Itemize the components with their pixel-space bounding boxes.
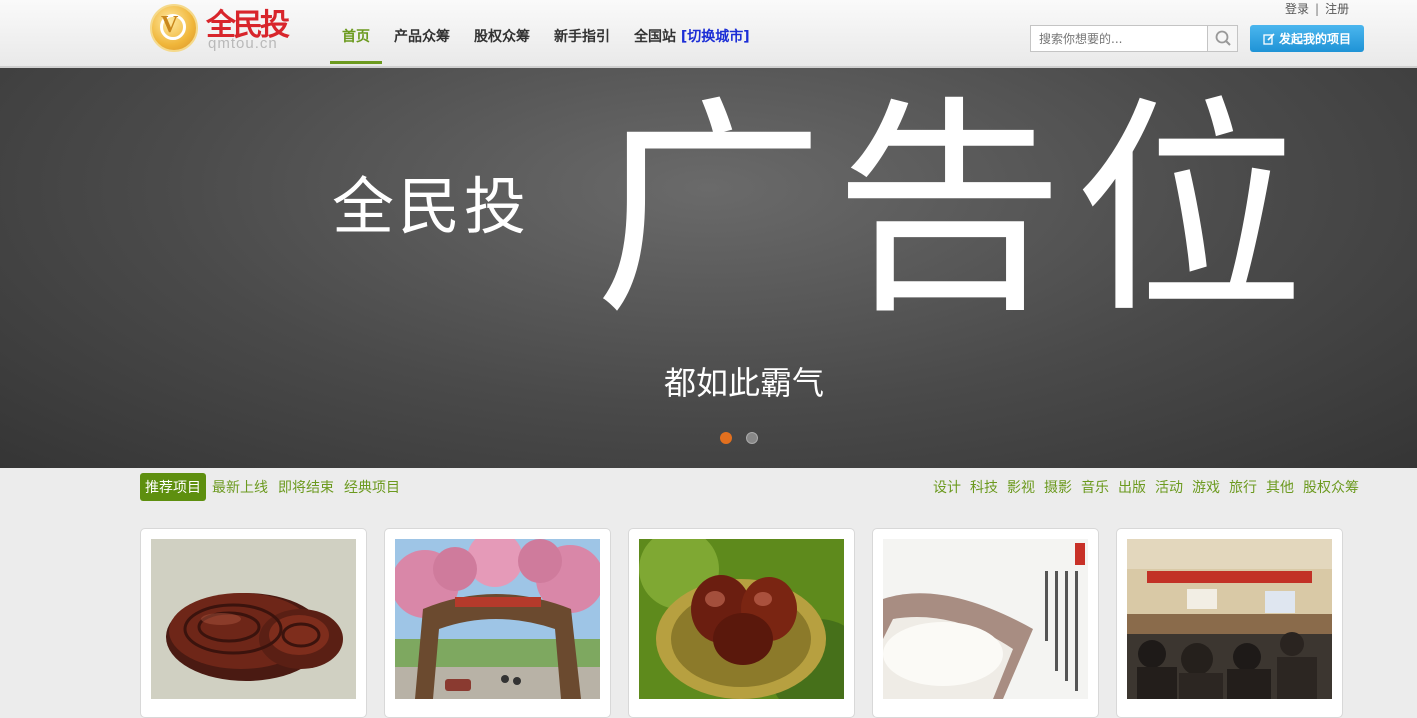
project-thumbnail[interactable]	[151, 539, 356, 699]
launch-project-button[interactable]: 发起我的项目	[1250, 25, 1364, 52]
station-label: 全国站	[634, 29, 676, 45]
project-card[interactable]	[872, 528, 1099, 718]
project-card[interactable]	[140, 528, 367, 718]
tab-recommended[interactable]: 推荐项目	[140, 473, 206, 501]
auth-links: 登录 | 注册	[1285, 0, 1349, 17]
nav-beginner-guide[interactable]: 新手指引	[542, 0, 622, 64]
switch-city-link[interactable]: [切换城市]	[681, 29, 750, 45]
banner-headline: 广告位	[594, 78, 1315, 345]
category-music[interactable]: 音乐	[1081, 477, 1109, 497]
main-nav: 首页 产品众筹 股权众筹 新手指引 全国站 [切换城市]	[330, 0, 762, 66]
project-thumbnail[interactable]	[395, 539, 600, 699]
project-thumbnail[interactable]	[639, 539, 844, 699]
site-logo[interactable]: V 全民投 qmtou.cn	[148, 2, 308, 58]
search-input[interactable]	[1031, 26, 1207, 51]
tab-newest[interactable]: 最新上线	[212, 477, 268, 497]
category-equity[interactable]: 股权众筹	[1303, 477, 1359, 497]
search-icon	[1215, 30, 1231, 46]
category-links: 设计 科技 影视 摄影 音乐 出版 活动 游戏 旅行 其他 股权众筹	[924, 472, 1359, 502]
category-photography[interactable]: 摄影	[1044, 477, 1072, 497]
logo-text-en: qmtou.cn	[208, 35, 278, 52]
category-other[interactable]: 其他	[1266, 477, 1294, 497]
nav-station: 全国站 [切换城市]	[622, 0, 762, 64]
lingzhi-mushroom-image	[151, 539, 356, 699]
category-tech[interactable]: 科技	[970, 477, 998, 497]
launch-project-label: 发起我的项目	[1278, 32, 1351, 46]
slide-dot-1[interactable]	[720, 432, 732, 444]
project-card[interactable]	[1116, 528, 1343, 718]
category-travel[interactable]: 旅行	[1229, 477, 1257, 497]
register-link[interactable]: 注册	[1325, 2, 1349, 16]
project-card[interactable]	[384, 528, 611, 718]
conference-meeting-image	[1127, 539, 1332, 699]
search-button[interactable]	[1207, 26, 1237, 51]
slide-dot-2[interactable]	[746, 432, 758, 444]
tab-ending-soon[interactable]: 即将结束	[278, 477, 334, 497]
nav-equity-crowdfunding[interactable]: 股权众筹	[462, 0, 542, 64]
search-box	[1030, 25, 1238, 52]
peach-blossom-gate-image	[395, 539, 600, 699]
project-thumbnail[interactable]	[1127, 539, 1332, 699]
category-design[interactable]: 设计	[933, 477, 961, 497]
ad-banner[interactable]: 全民投 广告位 都如此霸气	[0, 68, 1417, 468]
banner-brand-text: 全民投	[332, 170, 531, 243]
site-header: V 全民投 qmtou.cn 首页 产品众筹 股权众筹 新手指引 全国站 [切换…	[0, 0, 1417, 68]
category-film[interactable]: 影视	[1007, 477, 1035, 497]
banner-subtitle: 都如此霸气	[664, 364, 825, 402]
tab-classic[interactable]: 经典项目	[344, 477, 400, 497]
edit-icon	[1263, 32, 1275, 45]
category-publishing[interactable]: 出版	[1118, 477, 1146, 497]
category-events[interactable]: 活动	[1155, 477, 1183, 497]
project-thumbnail[interactable]	[883, 539, 1088, 699]
chestnuts-image	[639, 539, 844, 699]
login-link[interactable]: 登录	[1285, 2, 1309, 16]
category-games[interactable]: 游戏	[1192, 477, 1220, 497]
project-sort-tabs: 推荐项目 最新上线 即将结束 经典项目	[140, 472, 410, 502]
auth-separator: |	[1315, 2, 1320, 16]
rice-grains-image	[883, 539, 1088, 699]
nav-product-crowdfunding[interactable]: 产品众筹	[382, 0, 462, 64]
nav-home[interactable]: 首页	[330, 0, 382, 64]
logo-emblem-letter: V	[161, 12, 179, 38]
project-card[interactable]	[628, 528, 855, 718]
